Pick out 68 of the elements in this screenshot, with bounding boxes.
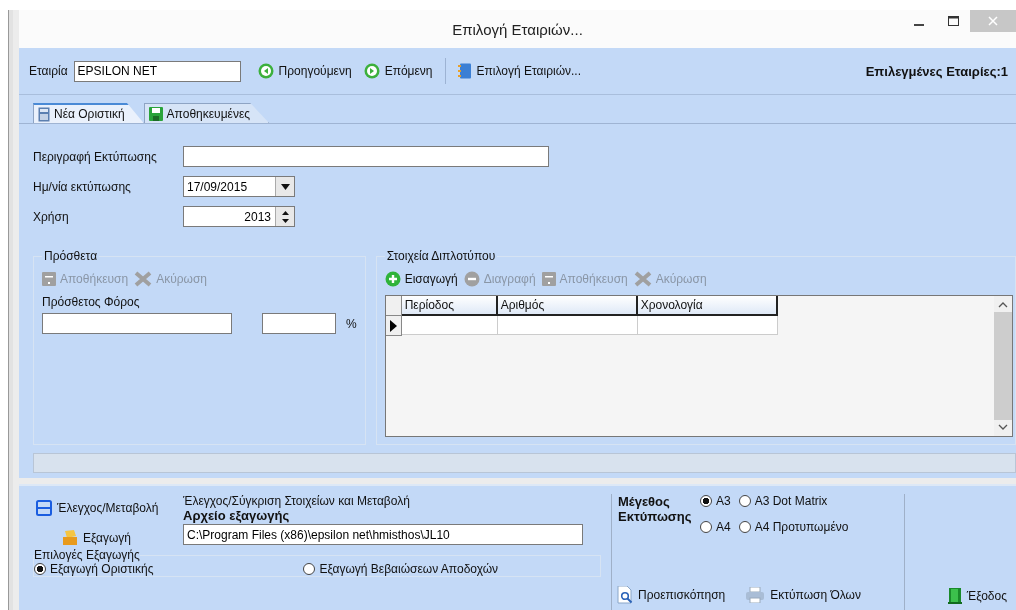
table-cell[interactable]: [497, 316, 638, 335]
action-button[interactable]: Εισαγωγή: [384, 271, 458, 287]
year-spinner[interactable]: 2013: [183, 206, 295, 227]
toolbar-button[interactable]: Επόμενη: [360, 61, 436, 81]
selected-companies-count: Επιλεγμένες Εταιρίες:1: [865, 63, 1008, 79]
export-path-field[interactable]: C:\Program Files (x86)\epsilon net\hmisthos\JL10: [183, 524, 583, 545]
calculator-icon: [38, 106, 50, 122]
cancel-icon: [134, 271, 153, 287]
box-icon: [62, 530, 78, 545]
window-title: Επιλογή Εταιριών...: [452, 20, 583, 38]
minus-icon: [463, 271, 480, 287]
field-label: Ημ/νία εκτύπωσης: [33, 179, 131, 194]
table-cell[interactable]: [637, 316, 778, 335]
description-field[interactable]: [183, 146, 549, 167]
radio-option[interactable]: Εξαγωγή Βεβαιώσεων Αποδοχών: [303, 562, 499, 576]
column-header[interactable]: Χρονολογία: [637, 296, 778, 316]
field-label: Χρήση: [33, 209, 69, 224]
group-title: Επιλογές Εξαγωγής: [34, 548, 140, 562]
column-header[interactable]: Αριθμός: [497, 296, 638, 316]
back-arrow-icon: [257, 63, 274, 79]
toolbar-button[interactable]: Προηγούμενη: [254, 61, 355, 81]
print-all-button[interactable]: Εκτύπωση Όλων: [742, 584, 864, 606]
radio-option[interactable]: A3 Dot Matrix: [738, 494, 849, 508]
radio-option[interactable]: A4: [700, 520, 731, 534]
radio-option[interactable]: Εξαγωγή Οριστικής: [34, 562, 154, 576]
close-icon: [988, 16, 998, 26]
date-picker[interactable]: 17/09/2015: [183, 176, 295, 197]
door-icon: [947, 588, 962, 604]
scroll-up-icon: [998, 302, 1008, 308]
preview-button[interactable]: Προεπισκόπηση: [614, 584, 729, 606]
save-icon: [42, 272, 56, 286]
book-icon: [457, 63, 472, 79]
export-file-label: Αρχείο εξαγωγής: [183, 508, 290, 523]
cancel-icon: [633, 271, 652, 287]
field-label: Πρόσθετος Φόρος: [42, 295, 141, 309]
spin-arrows-icon: [280, 209, 290, 224]
dropdown-arrow-icon: [280, 183, 290, 190]
exit-button[interactable]: Έξοδος: [944, 586, 1010, 606]
plus-icon: [384, 271, 401, 287]
group-title: Πρόσθετα: [43, 249, 99, 263]
field-label: Περιγραφή Εκτύπωσης: [33, 149, 157, 164]
radio-option[interactable]: A4 Προτυπωμένο: [738, 520, 849, 534]
group-title: Στοιχεία Διπλοτύπου: [385, 249, 497, 263]
save-icon: [541, 272, 556, 286]
company-field[interactable]: EPSILON NET: [73, 60, 241, 82]
check-modify-button[interactable]: Έλεγχος/Μεταβολή: [33, 498, 183, 518]
scroll-down-icon: [998, 424, 1008, 430]
row-header[interactable]: [385, 316, 402, 336]
panel-icon: [36, 500, 52, 516]
tab[interactable]: Νέα Οριστική: [33, 103, 144, 123]
minimize-icon: [914, 24, 924, 26]
vertical-scrollbar[interactable]: [994, 296, 1012, 436]
percent-sign: %: [346, 316, 357, 331]
tax-field[interactable]: [42, 313, 232, 334]
tax-percent-field[interactable]: [262, 313, 336, 334]
row-pointer-icon: [389, 319, 397, 332]
radio-option[interactable]: A3: [700, 494, 731, 508]
company-label: Εταιρία: [29, 64, 68, 78]
maximize-icon: [947, 16, 959, 26]
description-text: Έλεγχος/Σύγκριση Στοιχείων και Μεταβολή: [183, 494, 410, 508]
magnifier-page-icon: [617, 586, 633, 604]
tab[interactable]: Αποθηκευμένες: [143, 103, 270, 123]
export-button[interactable]: Εξαγωγή: [59, 528, 183, 547]
toolbar-button[interactable]: Επιλογή Εταιριών...: [454, 61, 585, 81]
column-header[interactable]: Περίοδος: [401, 296, 498, 316]
forward-arrow-icon: [363, 63, 380, 79]
printer-icon: [745, 587, 766, 603]
table-cell[interactable]: [401, 316, 498, 335]
